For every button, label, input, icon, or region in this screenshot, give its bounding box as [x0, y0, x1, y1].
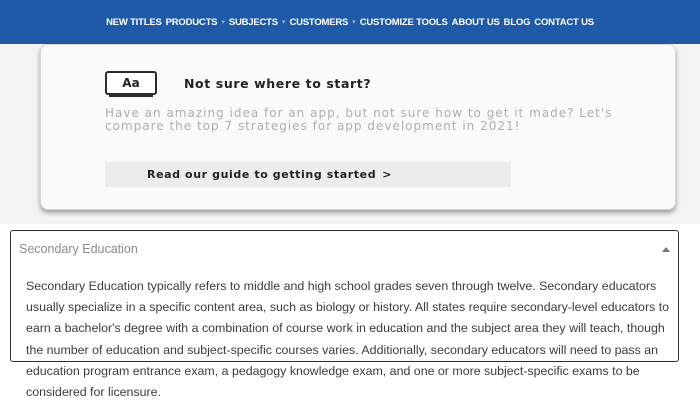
- top-navigation: NEW TITLES PRODUCTS ▾ SUBJECTS ▾ CUSTOME…: [0, 0, 700, 44]
- promo-description: Have an amazing idea for an app, but not…: [105, 106, 613, 133]
- nav-link-customers[interactable]: CUSTOMERS: [289, 17, 348, 28]
- nav-link-about-us[interactable]: ABOUT US: [452, 17, 500, 28]
- font-aa-icon: Aa: [105, 71, 157, 97]
- nav-link-products[interactable]: PRODUCTS: [166, 17, 218, 28]
- chevron-right-icon: >: [382, 168, 393, 181]
- promo-card: Aa Not sure where to start? Have an amaz…: [40, 44, 676, 210]
- accordion-body-text: Secondary Education typically refers to …: [26, 279, 670, 400]
- nav-link-customize-tools[interactable]: CUSTOMIZE TOOLS: [360, 17, 448, 28]
- icon-label: Aa: [122, 76, 140, 90]
- caret-up-icon[interactable]: [662, 247, 670, 252]
- nav-separator: ▾: [221, 19, 225, 26]
- nav-link-contact-us[interactable]: CONTACT US: [534, 17, 594, 28]
- accordion-header[interactable]: Secondary Education: [11, 231, 678, 267]
- read-guide-button[interactable]: Read our guide to getting started >: [105, 162, 511, 187]
- nav-link-subjects[interactable]: SUBJECTS: [229, 17, 278, 28]
- nav-link-blog[interactable]: BLOG: [504, 17, 531, 28]
- promo-title: Not sure where to start?: [184, 76, 372, 91]
- nav-separator: ▾: [352, 19, 356, 26]
- nav-separator: ▾: [281, 19, 286, 26]
- button-label: Read our guide to getting started: [147, 168, 377, 181]
- accordion-title: Secondary Education: [19, 242, 138, 256]
- nav-link-new-titles[interactable]: NEW TITLES: [106, 17, 162, 28]
